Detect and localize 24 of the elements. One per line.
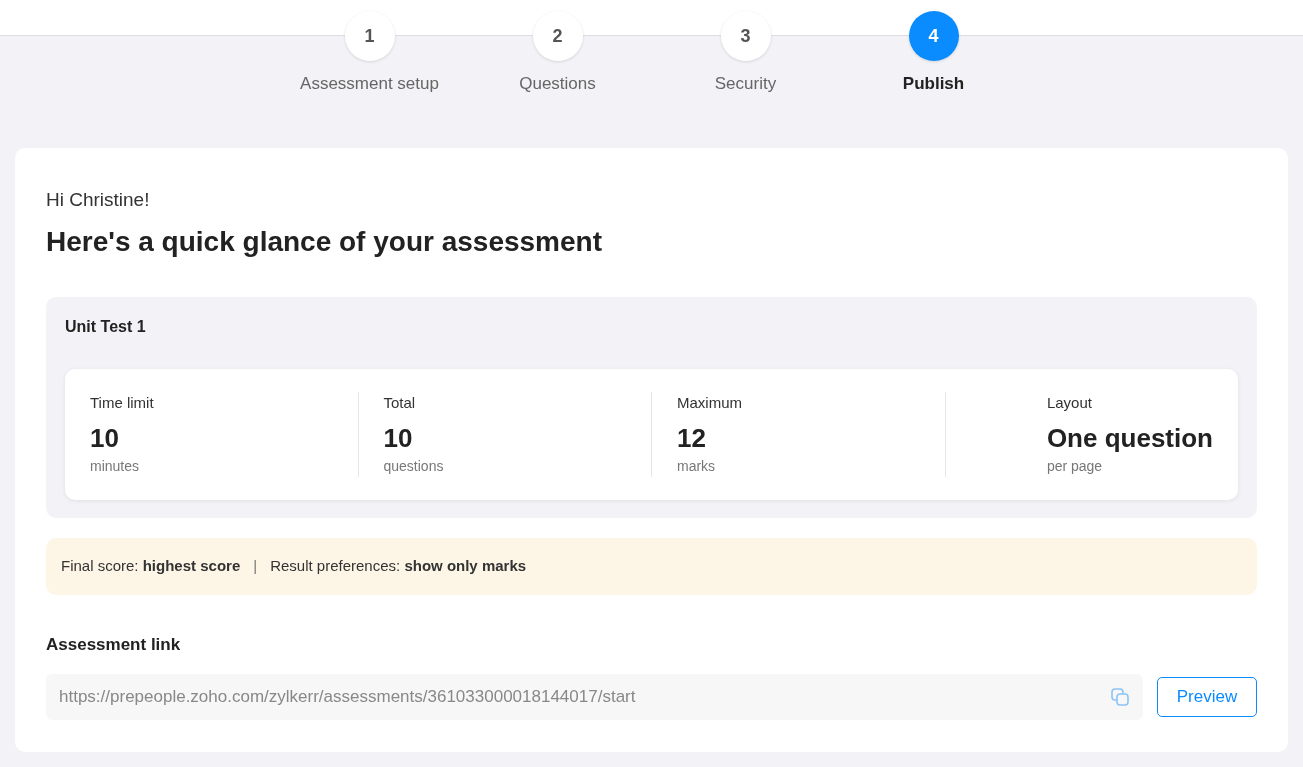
stat-value: 12 <box>677 422 707 454</box>
stat-unit: marks <box>677 457 717 476</box>
stat-value: 10 <box>90 422 120 454</box>
stat-label: Layout <box>1046 392 1093 413</box>
greeting: Hi Christine! <box>46 188 151 212</box>
step-label: Assessment setup <box>300 73 439 95</box>
stat-value: One question <box>1046 422 1213 454</box>
result-preferences-text: Result preferences: show only marks <box>270 556 527 577</box>
separator: | <box>253 556 258 577</box>
step-label: Publish <box>902 73 965 95</box>
stat-label: Total <box>383 392 417 413</box>
assessment-title: Unit Test 1 <box>65 316 147 337</box>
link-label: Assessment link <box>46 634 182 656</box>
stat-unit: per page <box>1046 457 1104 476</box>
stat-value: 10 <box>383 422 414 454</box>
step-label: Security <box>714 73 777 95</box>
stat-label: Time limit <box>90 392 154 413</box>
stat-label: Maximum <box>677 392 742 413</box>
heading: Here's a quick glance of your assessment <box>46 224 603 259</box>
final-score-text: Final score: highest score <box>61 556 241 577</box>
stat-unit: minutes <box>90 457 141 476</box>
stat-unit: questions <box>383 457 444 476</box>
copy-icon[interactable] <box>1110 686 1130 707</box>
step-label: Questions <box>519 73 596 95</box>
